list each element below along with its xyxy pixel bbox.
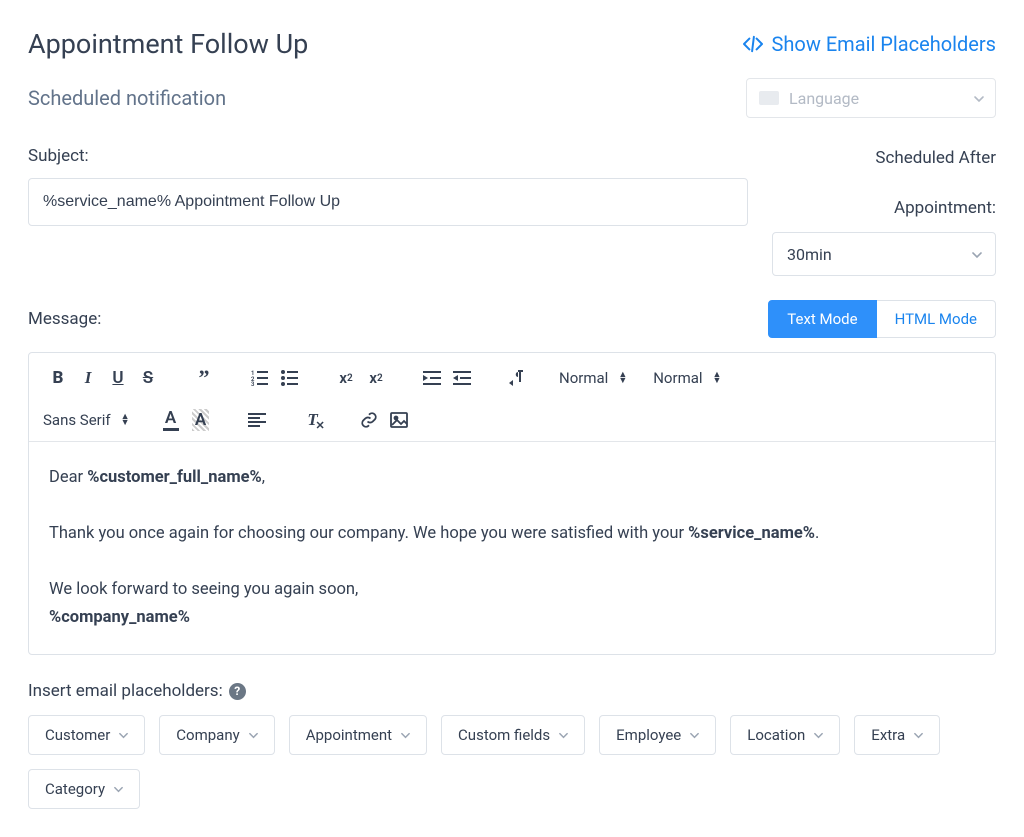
font-value: Sans Serif <box>43 411 111 429</box>
placeholder-company[interactable]: Company <box>159 715 274 755</box>
placeholder-employee[interactable]: Employee <box>599 715 716 755</box>
show-placeholders-label: Show Email Placeholders <box>772 32 996 56</box>
chevron-down-icon <box>913 730 923 740</box>
sort-icon: ▲▼ <box>121 414 130 426</box>
body-line-3: We look forward to seeing you again soon… <box>49 576 975 604</box>
body-line-1: Dear %customer_full_name%, <box>49 464 975 492</box>
insert-placeholders-label: Insert email placeholders: <box>28 681 223 701</box>
highlight-color-button[interactable]: A <box>186 405 216 435</box>
font-picker[interactable]: Sans Serif ▲▼ <box>43 411 130 429</box>
placeholder-customer[interactable]: Customer <box>28 715 145 755</box>
chevron-down-icon <box>400 730 410 740</box>
language-select[interactable]: Language <box>746 78 996 118</box>
placeholder-extra[interactable]: Extra <box>854 715 940 755</box>
text-mode-button[interactable]: Text Mode <box>768 300 876 338</box>
chevron-down-icon <box>113 784 123 794</box>
appointment-label: Appointment: <box>772 198 996 218</box>
clear-format-button[interactable]: T✕ <box>298 405 328 435</box>
body-line-4: %company_name% <box>49 604 975 632</box>
page-title: Appointment Follow Up <box>28 28 308 60</box>
link-button[interactable] <box>354 405 384 435</box>
placeholder-appointment[interactable]: Appointment <box>289 715 427 755</box>
chevron-down-icon <box>973 93 983 103</box>
rich-text-editor: B I U S ” 123 x2 x2 <box>28 352 996 655</box>
help-icon[interactable]: ? <box>229 683 246 700</box>
subject-label: Subject: <box>28 146 748 166</box>
chevron-down-icon <box>689 730 699 740</box>
placeholder-buttons: Customer Company Appointment Custom fiel… <box>28 715 996 809</box>
indent-button[interactable] <box>447 363 477 393</box>
superscript-button[interactable]: x2 <box>361 363 391 393</box>
heading-value: Normal <box>559 369 608 387</box>
editor-content[interactable]: Dear %customer_full_name%, Thank you onc… <box>29 442 995 654</box>
direction-button[interactable] <box>503 363 533 393</box>
chevron-down-icon <box>558 730 568 740</box>
message-label: Message: <box>28 309 101 329</box>
subscript-button[interactable]: x2 <box>331 363 361 393</box>
sort-icon: ▲▼ <box>713 372 722 384</box>
chevron-down-icon <box>971 249 981 259</box>
chevron-down-icon <box>813 730 823 740</box>
language-placeholder: Language <box>789 89 859 108</box>
placeholder-location[interactable]: Location <box>730 715 840 755</box>
code-icon <box>742 35 764 53</box>
duration-select[interactable]: 30min <box>772 232 996 276</box>
show-email-placeholders-link[interactable]: Show Email Placeholders <box>742 32 996 56</box>
ordered-list-button[interactable]: 123 <box>245 363 275 393</box>
strike-button[interactable]: S <box>133 363 163 393</box>
body-line-2: Thank you once again for choosing our co… <box>49 520 975 548</box>
heading-picker[interactable]: Normal ▲▼ <box>559 369 627 387</box>
editor-toolbar: B I U S ” 123 x2 x2 <box>29 353 995 442</box>
bold-button[interactable]: B <box>43 363 73 393</box>
mode-toggle: Text Mode HTML Mode <box>768 300 996 338</box>
placeholder-custom-fields[interactable]: Custom fields <box>441 715 585 755</box>
image-button[interactable] <box>384 405 414 435</box>
duration-value: 30min <box>787 245 832 264</box>
chevron-down-icon <box>118 730 128 740</box>
scheduled-after-label: Scheduled After <box>772 148 996 168</box>
outdent-button[interactable] <box>417 363 447 393</box>
flag-icon <box>759 91 779 105</box>
svg-text:3: 3 <box>251 381 255 386</box>
align-button[interactable] <box>242 405 272 435</box>
page-subtitle: Scheduled notification <box>28 86 226 110</box>
chevron-down-icon <box>248 730 258 740</box>
placeholder-category[interactable]: Category <box>28 769 140 809</box>
text-color-button[interactable]: A <box>156 405 186 435</box>
subject-input[interactable] <box>28 178 748 226</box>
unordered-list-button[interactable] <box>275 363 305 393</box>
sort-icon: ▲▼ <box>618 372 627 384</box>
size-value: Normal <box>653 369 702 387</box>
italic-button[interactable]: I <box>73 363 103 393</box>
html-mode-button[interactable]: HTML Mode <box>877 300 996 338</box>
underline-button[interactable]: U <box>103 363 133 393</box>
size-picker[interactable]: Normal ▲▼ <box>653 369 721 387</box>
blockquote-button[interactable]: ” <box>189 363 219 393</box>
